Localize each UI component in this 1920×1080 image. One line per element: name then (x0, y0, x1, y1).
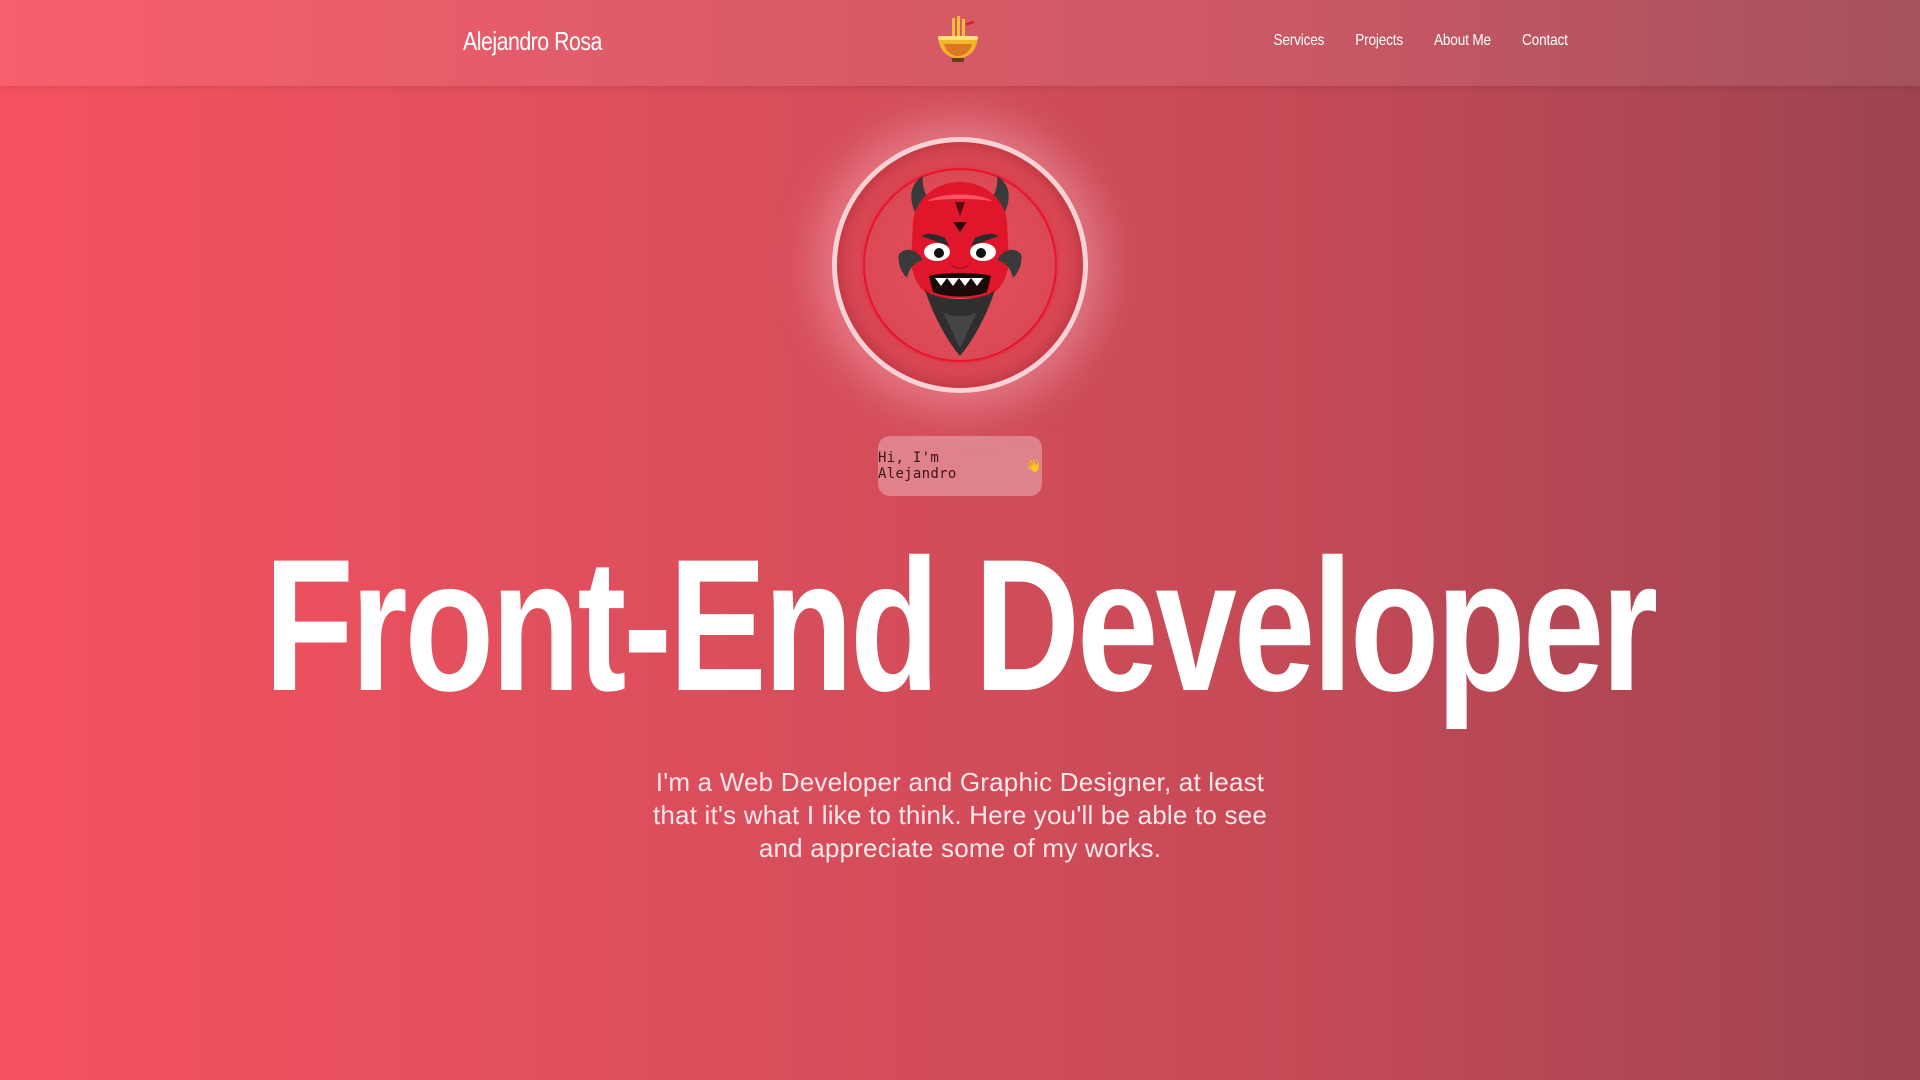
brand-link[interactable]: Alejandro Rosa (463, 26, 602, 57)
nav-link-contact[interactable]: Contact (1522, 32, 1568, 50)
nav-link-projects[interactable]: Projects (1355, 32, 1403, 50)
page-title: Front-End Developer (0, 520, 1920, 730)
noodle-bowl-icon[interactable] (932, 14, 984, 66)
waving-hand-icon: 👋 (1025, 458, 1042, 474)
oni-mask-avatar (898, 176, 1022, 356)
nav-links: Services Projects About Me Contact (1269, 32, 1572, 50)
nav-link-about-me[interactable]: About Me (1434, 32, 1491, 50)
headline-text: Front-End Developer (264, 520, 1659, 730)
navbar: Alejandro Rosa Services Projects About M… (0, 0, 1920, 86)
greeting-text: Hi, I'm Alejandro (878, 450, 957, 482)
greeting-badge: Hi, I'm Alejandro 👋 (878, 436, 1042, 496)
intro-text: I'm a Web Developer and Graphic Designer… (652, 767, 1268, 863)
nav-link-services[interactable]: Services (1274, 32, 1325, 50)
avatar (832, 137, 1088, 393)
